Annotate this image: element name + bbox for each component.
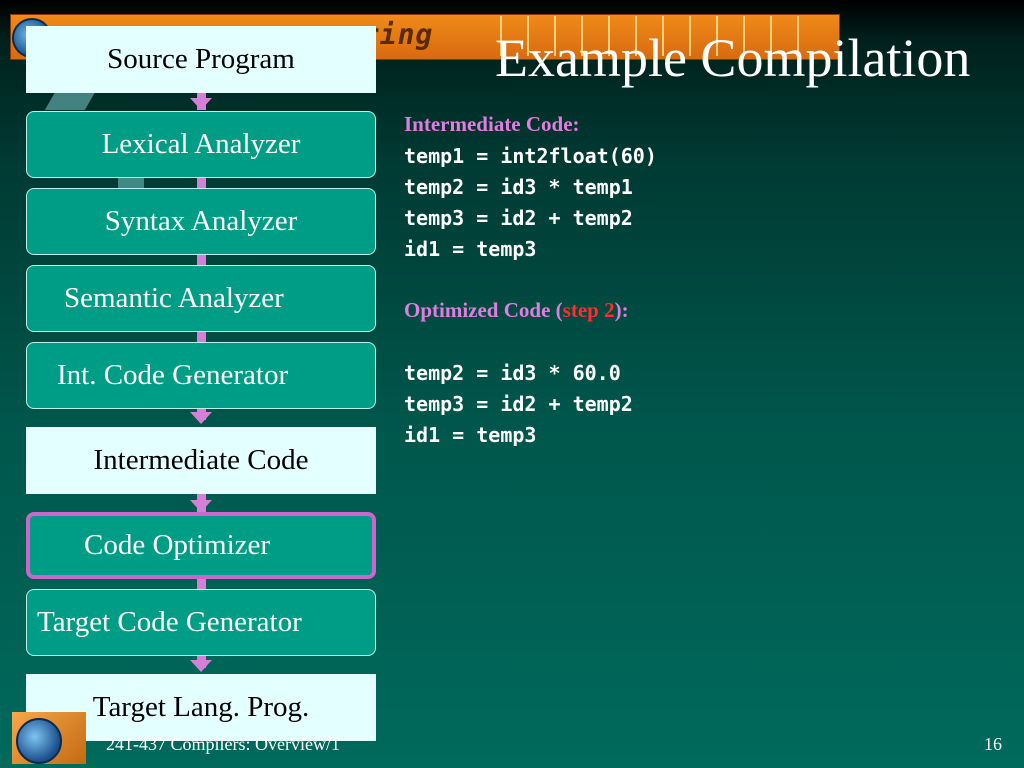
page-number: 16 — [984, 734, 1002, 754]
code-line: temp3 = id2 + temp2 — [404, 392, 633, 416]
source-program-box: Source Program — [26, 26, 376, 93]
lexical-analyzer-label: Lexical Analyzer — [101, 128, 301, 160]
pipeline-arrow — [190, 98, 212, 110]
int-code-generator-label: Int. Code Generator — [57, 359, 289, 391]
pipeline-connector — [197, 332, 206, 342]
globe-icon — [16, 718, 62, 764]
code-panel: Intermediate Code: temp1 = int2float(60)… — [404, 110, 657, 451]
decorative-shape — [118, 178, 144, 188]
pipeline-arrow — [190, 412, 212, 424]
target-code-generator-label: Target Code Generator — [37, 606, 302, 638]
footer-text: 241-437 Compilers: Overview/1 — [106, 734, 340, 754]
semantic-analyzer-box: Semantic Analyzer — [26, 265, 376, 332]
syntax-analyzer-label: Syntax Analyzer — [104, 205, 298, 237]
optimized-code-heading: Optimized Code (step 2): — [404, 296, 657, 327]
code-line: temp2 = id3 * temp1 — [404, 175, 633, 199]
optimized-heading-step: step 2 — [562, 298, 615, 322]
target-lang-prog-label: Target Lang. Prog. — [92, 691, 310, 723]
intermediate-code-label: Intermediate Code — [93, 444, 309, 476]
pipeline-arrow — [190, 500, 212, 512]
code-line: id1 = temp3 — [404, 237, 537, 261]
intermediate-code-heading: Intermediate Code: — [404, 112, 580, 136]
source-program-label: Source Program — [107, 43, 295, 75]
pipeline-arrow — [190, 660, 212, 672]
code-optimizer-box: Code Optimizer — [26, 512, 376, 579]
slide-title: Example Compilation — [495, 28, 971, 88]
decorative-shape — [44, 92, 96, 110]
code-line: id1 = temp3 — [404, 423, 537, 447]
lexical-analyzer-box: Lexical Analyzer — [26, 111, 376, 178]
code-line: temp2 = id3 * 60.0 — [404, 361, 621, 385]
optimized-heading-suffix: ): — [614, 298, 629, 322]
code-optimizer-label: Code Optimizer — [84, 529, 271, 561]
intermediate-code-box: Intermediate Code — [26, 427, 376, 494]
pipeline-connector — [197, 579, 206, 589]
optimized-heading-prefix: Optimized Code ( — [404, 298, 563, 322]
footer-logo — [12, 712, 86, 764]
int-code-generator-box: Int. Code Generator — [26, 342, 376, 409]
semantic-analyzer-label: Semantic Analyzer — [64, 282, 284, 314]
target-code-generator-box: Target Code Generator — [26, 589, 376, 656]
code-line: temp3 = id2 + temp2 — [404, 206, 633, 230]
syntax-analyzer-box: Syntax Analyzer — [26, 188, 376, 255]
code-line: temp1 = int2float(60) — [404, 144, 657, 168]
pipeline-connector — [197, 255, 206, 265]
pipeline-connector — [197, 178, 206, 188]
